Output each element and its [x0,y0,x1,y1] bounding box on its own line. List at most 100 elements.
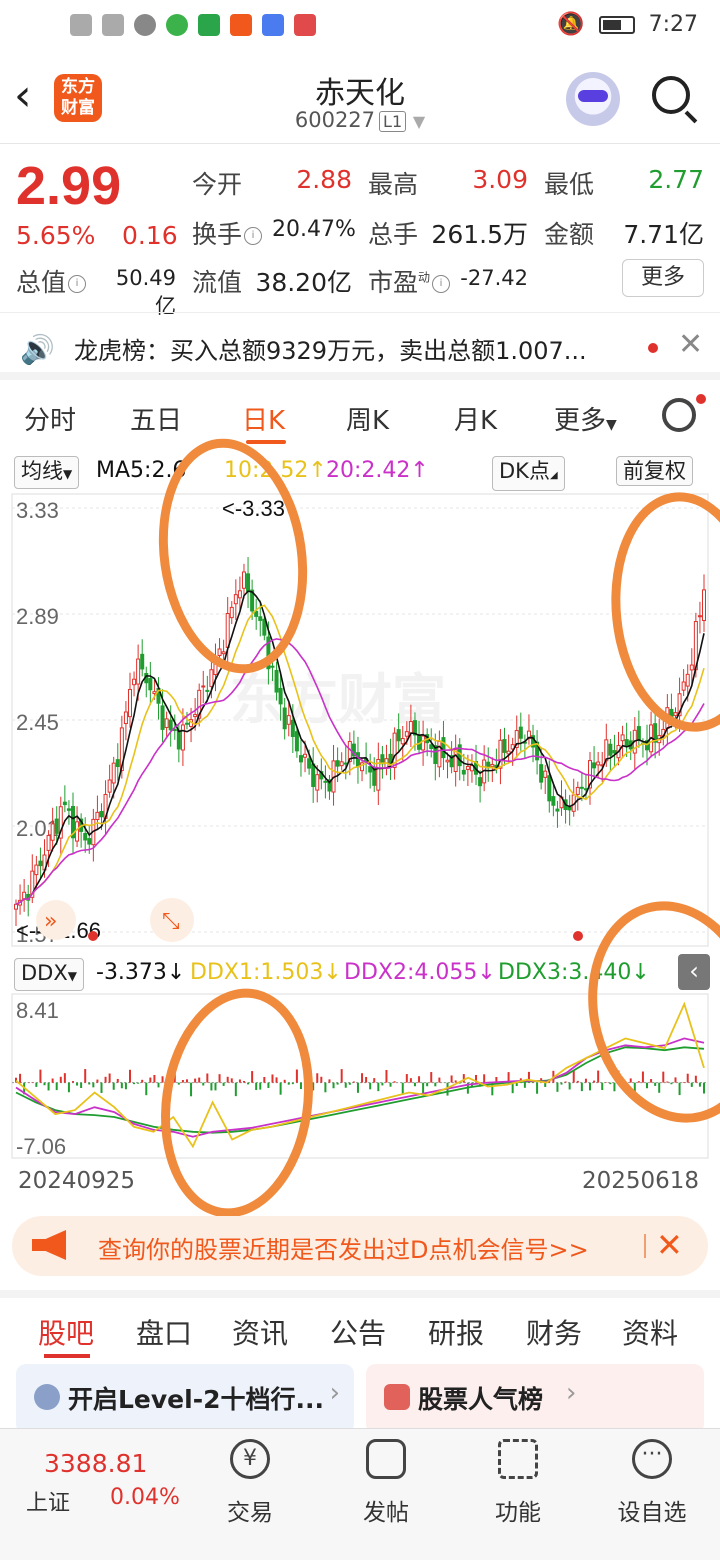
chevron-right-icon: › [329,1378,340,1408]
popularity-card[interactable]: 股票人气榜 › [366,1364,704,1434]
dropdown-icon: ▼ [606,417,617,433]
card-title: 股票人气榜 [418,1385,544,1414]
megaphone-icon [32,1230,66,1260]
current-price: 2.99 [16,156,122,216]
more-dots-icon: ··· [632,1439,672,1479]
gear-icon[interactable] [662,398,696,432]
speaker-icon: 🔊 [20,333,55,366]
dragon-tiger-notice[interactable]: 🔊 龙虎榜：买入总额9329万元，卖出总额1.007... ✕ [0,312,720,380]
chevron-right-icon: › [566,1378,577,1408]
tab-five-day[interactable]: 五日 [130,400,182,437]
close-icon[interactable]: ✕ [656,1226,683,1264]
amount-value: 7.71亿 [623,220,704,249]
amount-label: 金额 [544,220,595,249]
y-tick-label: 2.89 [16,604,59,629]
candle-body [490,764,495,767]
level2-card[interactable]: 开启Level-2十档行... › [16,1364,354,1434]
candle-body [83,833,88,841]
candle-body [164,718,169,728]
dk-point-select[interactable]: DK点◢ [492,456,565,491]
quote-panel: 2.99 5.65% 0.16 今开 2.88 最高 3.09 最低 2.77 … [0,145,720,318]
nav-functions[interactable]: 功能 [462,1429,574,1560]
float-value: 38.20亿 [255,268,352,297]
candle-body [441,737,446,759]
candle-body [396,729,401,742]
level2-icon [34,1384,60,1410]
low-label: 最低 [544,170,595,199]
volume-value: 261.5万 [431,220,528,249]
ddx2-value: DDX2:4.055↓ [344,960,496,985]
candle-body [453,749,458,772]
candle-body [66,808,71,811]
candle-body [311,763,316,787]
candle-body [50,823,55,841]
candle-body [294,731,299,752]
volume-label: 总手 [368,220,419,249]
search-icon[interactable] [652,76,690,114]
d-point-banner[interactable]: 查询你的股票近期是否发出过D点机会信号>> ✕ [12,1216,708,1276]
bottom-navigation: 3388.81 上证 0.04% ¥ 交易 发帖 功能 ··· 设自选 [0,1428,720,1560]
info-icon[interactable]: i [432,275,451,293]
tab-intraday[interactable]: 分时 [24,400,76,437]
date-start: 20240925 [18,1168,136,1194]
tab-more[interactable]: 更多▼ [554,400,617,437]
more-button[interactable]: 更多 [622,259,704,297]
info-icon[interactable]: i [68,275,87,293]
index-percent: 0.04% [110,1485,180,1510]
tab-profile[interactable]: 资料 [622,1312,678,1352]
candle-body [335,760,340,767]
candle-body [575,786,580,795]
ranking-icon [384,1384,410,1410]
candle-body [115,759,120,768]
nav-trade[interactable]: ¥ 交易 [194,1429,306,1560]
tab-finance[interactable]: 财务 [526,1312,582,1352]
dropdown-icon: ▼ [67,969,77,983]
index-value: 3388.81 [44,1449,148,1478]
candle-body [298,755,303,763]
tab-announcements[interactable]: 公告 [330,1312,386,1352]
candle-body [282,707,287,730]
dropdown-icon: ◢ [549,470,558,481]
ma-select[interactable]: 均线▼ [14,456,80,489]
ddx1-value: DDX1:1.503↓ [190,960,342,985]
tab-weekly-k[interactable]: 周K [346,400,389,437]
nav-post[interactable]: 发帖 [330,1429,442,1560]
candle-body [596,761,601,766]
music-icon [262,14,284,36]
candle-body [148,678,153,691]
index-ticker[interactable]: 3388.81 上证 0.04% [16,1429,180,1560]
tab-monthly-k[interactable]: 月K [454,400,497,437]
open-label: 今开 [192,170,243,199]
robot-avatar[interactable] [566,72,620,126]
stock-header: ‹ 东方财富 赤天化 600227 L1 ▼ [0,56,720,144]
candle-body [38,860,43,867]
tab-pankou[interactable]: 盘口 [136,1312,192,1352]
tab-news[interactable]: 资讯 [232,1312,288,1352]
change-amount: 0.16 [122,221,178,250]
tab-daily-k[interactable]: 日K [242,400,285,437]
candlestick-chart[interactable]: 3.332.892.452.011.57东方财富<-3.33<----1.66»… [0,490,720,950]
candle-body [111,762,116,784]
close-icon[interactable]: ✕ [678,327,703,362]
indicator-select[interactable]: DDX▼ [14,958,84,991]
candle-body [343,762,348,765]
info-icon[interactable]: i [244,227,263,245]
candle-body [168,719,173,731]
candle-body [87,838,92,845]
content-tabs: 股吧 盘口 资讯 公告 研报 财务 资料 [0,1290,720,1358]
level-badge: L1 [379,111,407,132]
candle-body [592,762,597,769]
candle-body [95,811,100,821]
clock: 7:27 [648,12,698,37]
tab-guba[interactable]: 股吧 [38,1312,94,1352]
nav-watchlist[interactable]: ··· 设自选 [596,1429,708,1560]
high-label: 最高 [368,170,419,199]
adjust-select[interactable]: 前复权 [616,456,693,486]
candle-body [355,752,360,768]
yen-icon: ¥ [230,1439,270,1479]
candle-body [99,810,104,818]
candle-body [551,796,556,806]
tab-research[interactable]: 研报 [428,1312,484,1352]
y-tick-label: 2.45 [16,710,59,735]
candle-body [140,653,145,670]
